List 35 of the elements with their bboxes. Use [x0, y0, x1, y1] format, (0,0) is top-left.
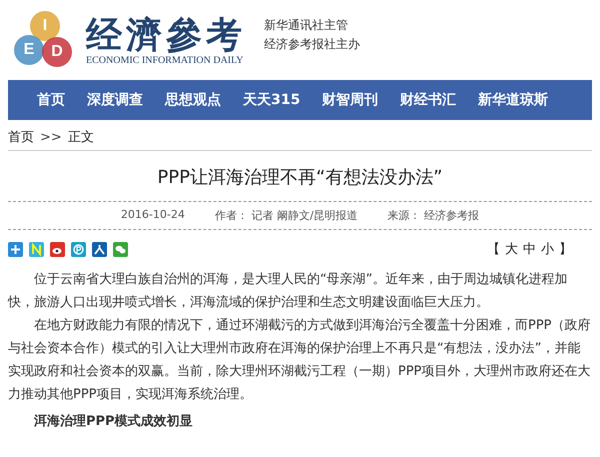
person-icon[interactable] — [92, 242, 107, 256]
tagline: 新华通讯社主管 — [264, 17, 349, 34]
article-title: PPP让洱海治理不再“有想法没办法” — [8, 151, 592, 202]
nav-item[interactable]: 财智周刊 — [311, 80, 390, 120]
article-source: 来源： 经济参考报 — [388, 208, 480, 223]
article-date: 2016-10-24 — [120, 208, 185, 223]
nav-item[interactable]: 思想观点 — [154, 80, 232, 120]
font-size-link[interactable]: 小 — [541, 240, 554, 258]
breadcrumb-link[interactable]: 正文 — [68, 128, 94, 146]
brand-name: 经濟參考 — [86, 14, 246, 54]
tagline: 经济参考报社主办 — [264, 36, 360, 53]
bracket: 】 — [559, 241, 572, 258]
paragraph: 在地方财政能力有限的情况下，通过环湖截污的方式做到洱海治污全覆盖十分困难，而PPP（政府与社会资本合作）模式的引入让大理州市政府在洱海的保护治理上不再只是“有想法，没办法”，并能实现政府和社会资本的双赢。当前，除大理州环湖截污工程（一期）PPP项目外，大理州市政府还在大力推动其他PPP项目，实现洱海系统治理。 — [8, 317, 592, 404]
nav-item[interactable]: 首页 — [26, 80, 76, 120]
logo-circle: I — [30, 11, 60, 41]
logo-circle: D — [42, 37, 72, 67]
plus-icon[interactable] — [8, 242, 23, 256]
breadcrumb-separator: >> — [40, 130, 62, 144]
article-author: 作者： 记者 阚静文/昆明报道 — [214, 208, 358, 223]
bracket: 【 — [487, 241, 500, 258]
brand-subtitle: ECONOMIC INFORMATION DAILY — [86, 54, 244, 66]
nav-item[interactable]: 深度调查 — [76, 80, 154, 120]
n-icon[interactable] — [29, 242, 44, 256]
breadcrumb-link[interactable]: 首页 — [8, 128, 34, 146]
nav-item[interactable]: 天天315 — [232, 80, 312, 120]
logo-circle: E — [14, 35, 44, 65]
nav-item[interactable]: 财经书汇 — [389, 80, 468, 120]
paragraph: 位于云南省大理白族自治州的洱海，是大理人民的“母亲湖”。近年来，由于周边城镇化进程加快，旅游人口出现井喷式增长，洱海流域的保护治理和生态文明建设面临巨大压力。 — [8, 271, 568, 312]
font-size-link[interactable]: 大 — [505, 240, 518, 258]
font-size-link[interactable]: 中 — [523, 240, 536, 258]
weibo-icon[interactable] — [50, 242, 65, 256]
wechat-icon[interactable] — [113, 242, 128, 256]
subheading: 洱海治理PPP模式成效初显 — [33, 412, 194, 431]
nav-item[interactable]: 新华道琼斯 — [467, 80, 560, 120]
p-icon[interactable] — [71, 242, 86, 256]
